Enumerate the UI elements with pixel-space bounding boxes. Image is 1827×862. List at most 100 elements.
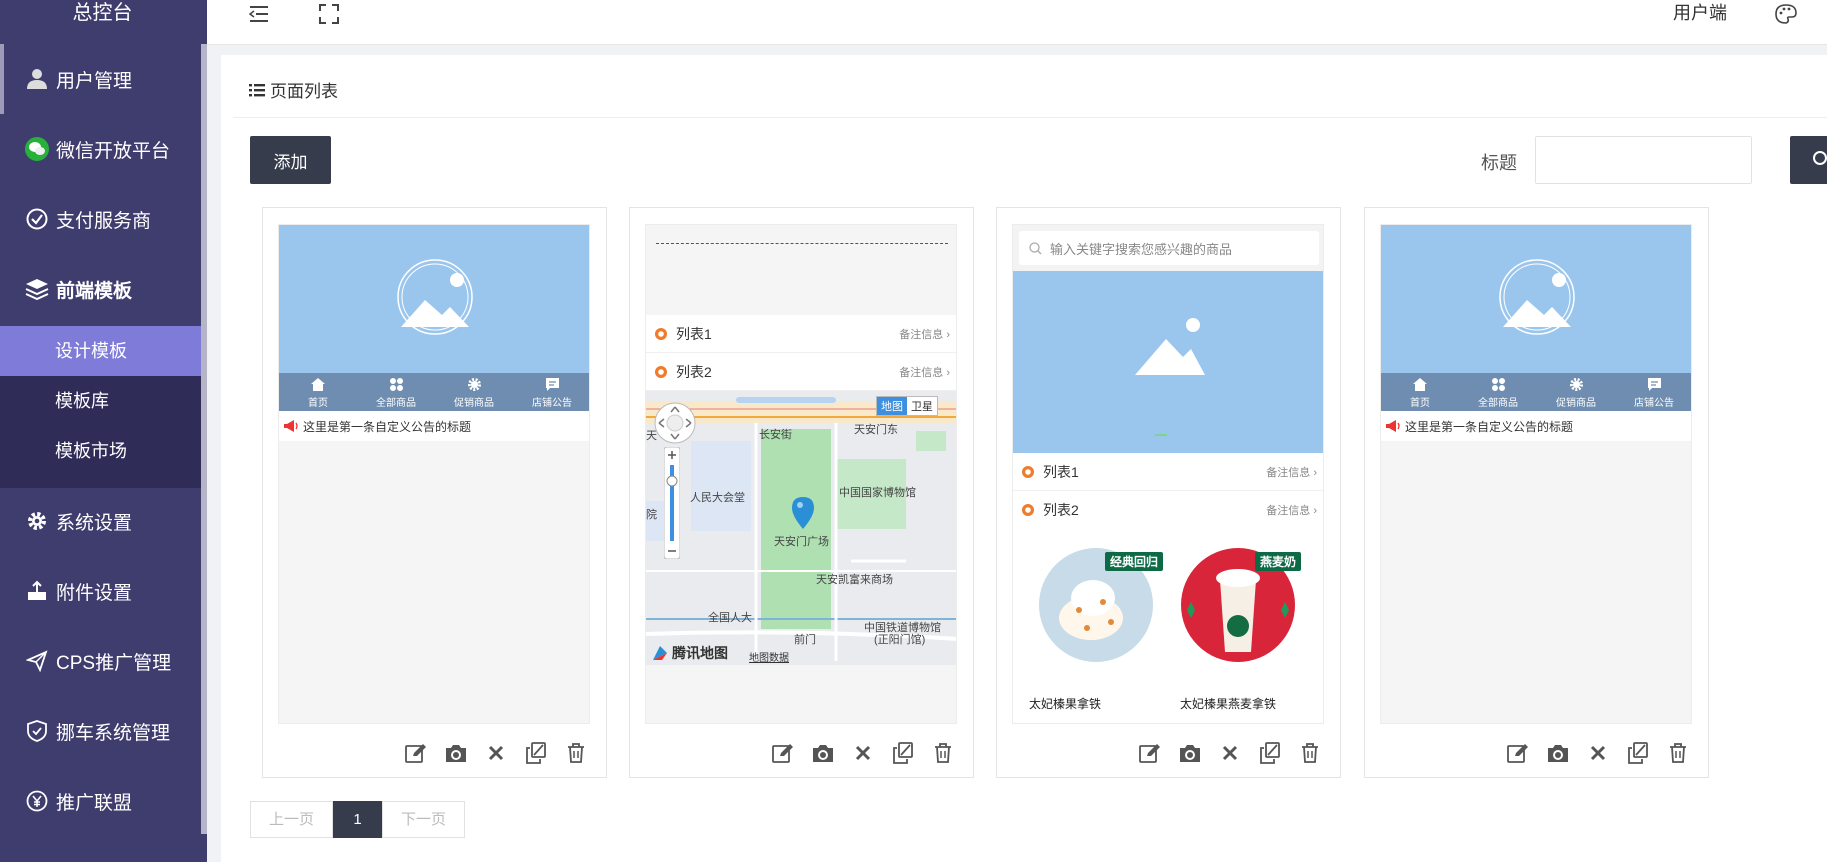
- location-dot-icon: [1021, 503, 1035, 517]
- sidebar-item-attachment-settings[interactable]: 附件设置: [0, 556, 201, 626]
- search-bar-area: 输入关键字搜索您感兴趣的商品: [1013, 225, 1323, 271]
- notice-text: 这里是第一条自定义公告的标题: [303, 419, 472, 434]
- list-row-note: 备注信息 ›: [899, 366, 950, 379]
- page-number-button[interactable]: 1: [333, 801, 382, 838]
- trash-icon[interactable]: [1666, 741, 1690, 765]
- sidebar-item-wechat[interactable]: 微信开放平台: [0, 114, 201, 184]
- copy-icon[interactable]: [524, 741, 548, 765]
- camera-icon[interactable]: [811, 741, 835, 765]
- template-preview: 列表1 备注信息 › 列表2 备注信息 › 长安街 天安门东 人民大会堂 中国国…: [645, 224, 957, 724]
- sidebar-item-label: 微信开放平台: [56, 140, 171, 162]
- trash-icon[interactable]: [931, 741, 955, 765]
- copy-icon[interactable]: [1626, 741, 1650, 765]
- menu-collapse-icon[interactable]: [249, 0, 269, 28]
- palette-icon[interactable]: [1775, 0, 1797, 28]
- sidebar-item-car-moving[interactable]: 挪车系统管理: [0, 696, 201, 766]
- list-row-label: 列表1: [676, 325, 712, 342]
- map-marker-icon: [791, 496, 815, 535]
- location-dot-icon: [654, 327, 668, 341]
- nav-promo: 促销商品: [435, 373, 513, 411]
- template-card[interactable]: 列表1 备注信息 › 列表2 备注信息 › 长安街 天安门东 人民大会堂 中国国…: [629, 207, 974, 778]
- map-type-toggle[interactable]: 地图 卫星: [876, 396, 938, 416]
- close-icon[interactable]: [851, 741, 875, 765]
- location-dot-icon: [1021, 465, 1035, 479]
- trash-icon[interactable]: [564, 741, 588, 765]
- goods-item[interactable]: 经典回归: [1021, 540, 1167, 690]
- map-label: 长安街: [759, 429, 792, 441]
- fullscreen-icon[interactable]: [319, 0, 339, 28]
- map-pan-control[interactable]: [653, 401, 697, 450]
- trash-icon[interactable]: [1298, 741, 1322, 765]
- camera-icon[interactable]: [444, 741, 468, 765]
- check-circle-icon: [24, 206, 50, 232]
- close-icon[interactable]: [1218, 741, 1242, 765]
- banner-image-placeholder: [1381, 225, 1691, 373]
- nav-home: 首页: [279, 373, 357, 411]
- sidebar-subitem-design-template[interactable]: 设计模板: [0, 326, 201, 376]
- nav-all-goods: 全部商品: [1459, 373, 1537, 411]
- edit-icon[interactable]: [404, 741, 428, 765]
- map-label: (正阳门馆): [874, 634, 926, 646]
- template-card[interactable]: 输入关键字搜索您感兴趣的商品 列表1 备注信息 › 列表2 备注信息 › 经典回…: [996, 207, 1341, 778]
- list-icon: [249, 83, 265, 97]
- map-logo: 腾讯地图: [652, 643, 728, 663]
- edit-icon[interactable]: [1138, 741, 1162, 765]
- pagination: 上一页 1 下一页: [250, 801, 465, 838]
- top-header: 用户端: [207, 0, 1827, 45]
- banner-image-placeholder: [279, 225, 589, 373]
- map-data-link[interactable]: 地图数据: [749, 649, 789, 664]
- megaphone-icon: [283, 419, 299, 433]
- sidebar-item-system-settings[interactable]: 系统设置: [0, 486, 201, 556]
- camera-icon[interactable]: [1546, 741, 1570, 765]
- map-label: 天安门广场: [774, 536, 829, 548]
- title-filter-input[interactable]: [1535, 136, 1752, 184]
- map-type-satellite-button[interactable]: 卫星: [907, 397, 937, 415]
- user-end-link[interactable]: 用户端: [1673, 0, 1727, 28]
- sidebar-item-user-management[interactable]: 用户管理: [0, 44, 201, 114]
- search-button[interactable]: [1790, 136, 1827, 184]
- sidebar-item-label: 推广联盟: [56, 792, 133, 814]
- map-label: 天安门东: [854, 424, 898, 436]
- sidebar: 总控台 用户管理 微信开放平台 支付服务商 前端模板 设计模板 模板库 模板市场…: [0, 0, 207, 862]
- list-row-note: 备注信息 ›: [899, 328, 950, 341]
- sidebar-scrollbar[interactable]: [201, 44, 207, 834]
- add-button[interactable]: 添加: [250, 136, 331, 184]
- sidebar-subitem-template-market[interactable]: 模板市场: [0, 426, 201, 476]
- template-preview: 输入关键字搜索您感兴趣的商品 列表1 备注信息 › 列表2 备注信息 › 经典回…: [1012, 224, 1324, 724]
- copy-icon[interactable]: [891, 741, 915, 765]
- sidebar-item-affiliate[interactable]: 推广联盟: [0, 766, 201, 836]
- close-icon[interactable]: [484, 741, 508, 765]
- sidebar-subitem-template-library[interactable]: 模板库: [0, 376, 201, 426]
- prev-page-button[interactable]: 上一页: [250, 801, 333, 838]
- sidebar-item-frontend-template[interactable]: 前端模板: [0, 254, 201, 324]
- search-icon: [1029, 241, 1042, 255]
- nav-label: 促销商品: [454, 398, 494, 409]
- map-type-map-button[interactable]: 地图: [877, 397, 907, 415]
- nav-label: 全部商品: [376, 398, 416, 409]
- copy-icon[interactable]: [1258, 741, 1282, 765]
- nav-label: 店铺公告: [1634, 398, 1674, 409]
- map-widget[interactable]: 长安街 天安门东 人民大会堂 中国国家博物馆 天安门广场 天安凯富来商场 全国人…: [646, 391, 956, 665]
- template-preview: 首页 全部商品 促销商品 店铺公告 这里是第一条自定义公告的标题: [278, 224, 590, 724]
- sidebar-item-cps[interactable]: CPS推广管理: [0, 626, 201, 696]
- sidebar-item-label: CPS推广管理: [56, 652, 172, 674]
- template-card[interactable]: 首页 全部商品 促销商品 店铺公告 这里是第一条自定义公告的标题: [1364, 207, 1709, 778]
- next-page-button[interactable]: 下一页: [382, 801, 465, 838]
- wechat-icon: [24, 136, 50, 162]
- goods-search-input[interactable]: 输入关键字搜索您感兴趣的商品: [1019, 231, 1319, 265]
- sidebar-item-payment[interactable]: 支付服务商: [0, 184, 201, 254]
- list-row-label: 列表2: [1043, 502, 1079, 518]
- edit-icon[interactable]: [771, 741, 795, 765]
- preview-nav-bar: 首页 全部商品 促销商品 店铺公告: [1381, 373, 1691, 411]
- goods-item[interactable]: 燕麦奶: [1171, 540, 1317, 690]
- map-zoom-slider[interactable]: [663, 446, 681, 564]
- gear-icon: [24, 508, 50, 534]
- nav-all-goods: 全部商品: [357, 373, 435, 411]
- edit-icon[interactable]: [1506, 741, 1530, 765]
- goods-name: 太妃榛果拿铁: [1029, 697, 1102, 711]
- search-icon: [1812, 150, 1827, 168]
- close-icon[interactable]: [1586, 741, 1610, 765]
- template-card[interactable]: 首页 全部商品 促销商品 店铺公告 这里是第一条自定义公告的标题: [262, 207, 607, 778]
- nav-label: 全部商品: [1478, 398, 1518, 409]
- camera-icon[interactable]: [1178, 741, 1202, 765]
